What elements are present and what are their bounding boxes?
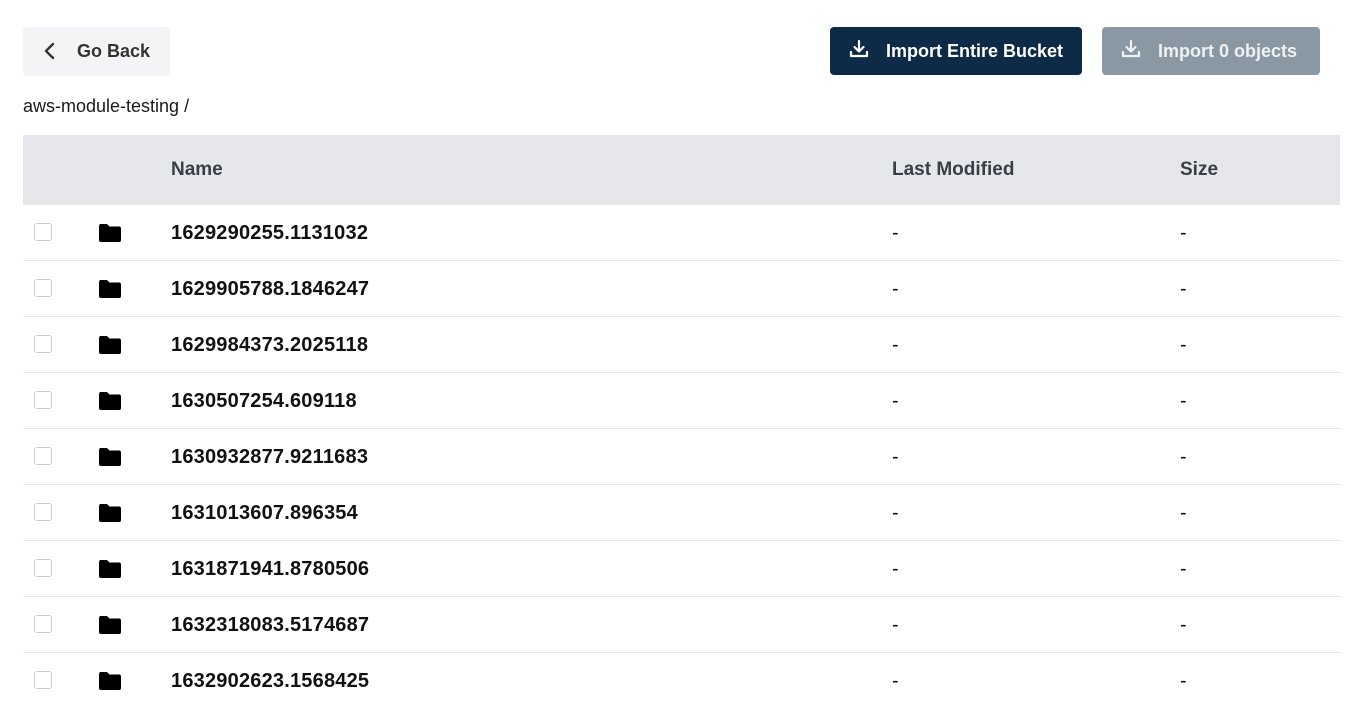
row-last-modified: - <box>892 558 899 580</box>
go-back-button[interactable]: Go Back <box>23 27 170 75</box>
row-size: - <box>1180 278 1187 300</box>
table-row[interactable]: 1631013607.896354 - - <box>23 485 1340 541</box>
row-checkbox[interactable] <box>34 671 52 689</box>
row-name[interactable]: 1629984373.2025118 <box>171 317 368 373</box>
objects-table: Name Last Modified Size 1629290255.11310… <box>23 135 1340 709</box>
row-name[interactable]: 1629290255.1131032 <box>171 205 368 261</box>
row-checkbox[interactable] <box>34 615 52 633</box>
row-name[interactable]: 1630932877.9211683 <box>171 429 368 485</box>
download-icon <box>848 38 870 65</box>
table-row[interactable]: 1632318083.5174687 - - <box>23 597 1340 653</box>
row-size: - <box>1180 390 1187 412</box>
row-checkbox[interactable] <box>34 279 52 297</box>
row-checkbox[interactable] <box>34 391 52 409</box>
table-row[interactable]: 1629905788.1846247 - - <box>23 261 1340 317</box>
column-header-last-modified[interactable]: Last Modified <box>892 135 1014 205</box>
row-last-modified: - <box>892 334 899 356</box>
row-name[interactable]: 1631013607.896354 <box>171 485 358 541</box>
row-last-modified: - <box>892 670 899 692</box>
row-size: - <box>1180 334 1187 356</box>
table-header: Name Last Modified Size <box>23 135 1340 205</box>
chevron-left-icon <box>43 42 57 60</box>
row-checkbox[interactable] <box>34 447 52 465</box>
row-last-modified: - <box>892 222 899 244</box>
row-last-modified: - <box>892 446 899 468</box>
row-name[interactable]: 1632902623.1568425 <box>171 653 369 709</box>
folder-icon <box>98 671 122 696</box>
folder-icon <box>98 223 122 248</box>
import-entire-bucket-button[interactable]: Import Entire Bucket <box>830 27 1082 75</box>
row-checkbox[interactable] <box>34 503 52 521</box>
go-back-label: Go Back <box>77 40 151 61</box>
row-size: - <box>1180 670 1187 692</box>
row-size: - <box>1180 222 1187 244</box>
row-last-modified: - <box>892 278 899 300</box>
table-row[interactable]: 1631871941.8780506 - - <box>23 541 1340 597</box>
folder-icon <box>98 559 122 584</box>
row-last-modified: - <box>892 614 899 636</box>
table-row[interactable]: 1629984373.2025118 - - <box>23 317 1340 373</box>
row-size: - <box>1180 502 1187 524</box>
row-name[interactable]: 1631871941.8780506 <box>171 541 369 597</box>
breadcrumb: aws-module-testing / <box>23 96 190 116</box>
row-size: - <box>1180 614 1187 636</box>
column-header-name[interactable]: Name <box>171 135 223 205</box>
import-objects-label: Import 0 objects <box>1158 40 1298 61</box>
row-size: - <box>1180 446 1187 468</box>
row-last-modified: - <box>892 390 899 412</box>
s3-bucket-browser: Go Back Import Entire Bucket Import 0 ob… <box>0 0 1357 712</box>
row-name[interactable]: 1630507254.609118 <box>171 373 357 429</box>
folder-icon <box>98 615 122 640</box>
folder-icon <box>98 335 122 360</box>
table-row[interactable]: 1629290255.1131032 - - <box>23 205 1340 261</box>
table-body: 1629290255.1131032 - - 1629905788.184624… <box>23 205 1340 709</box>
folder-icon <box>98 391 122 416</box>
import-entire-bucket-label: Import Entire Bucket <box>886 40 1064 61</box>
row-checkbox[interactable] <box>34 223 52 241</box>
row-last-modified: - <box>892 502 899 524</box>
row-checkbox[interactable] <box>34 559 52 577</box>
column-header-size[interactable]: Size <box>1180 135 1218 205</box>
folder-icon <box>98 279 122 304</box>
table-row[interactable]: 1630507254.609118 - - <box>23 373 1340 429</box>
row-name[interactable]: 1632318083.5174687 <box>171 597 369 653</box>
row-size: - <box>1180 558 1187 580</box>
download-icon <box>1120 38 1142 65</box>
row-name[interactable]: 1629905788.1846247 <box>171 261 369 317</box>
table-row[interactable]: 1630932877.9211683 - - <box>23 429 1340 485</box>
folder-icon <box>98 447 122 472</box>
table-row[interactable]: 1632902623.1568425 - - <box>23 653 1340 709</box>
folder-icon <box>98 503 122 528</box>
row-checkbox[interactable] <box>34 335 52 353</box>
import-objects-button[interactable]: Import 0 objects <box>1102 27 1320 75</box>
